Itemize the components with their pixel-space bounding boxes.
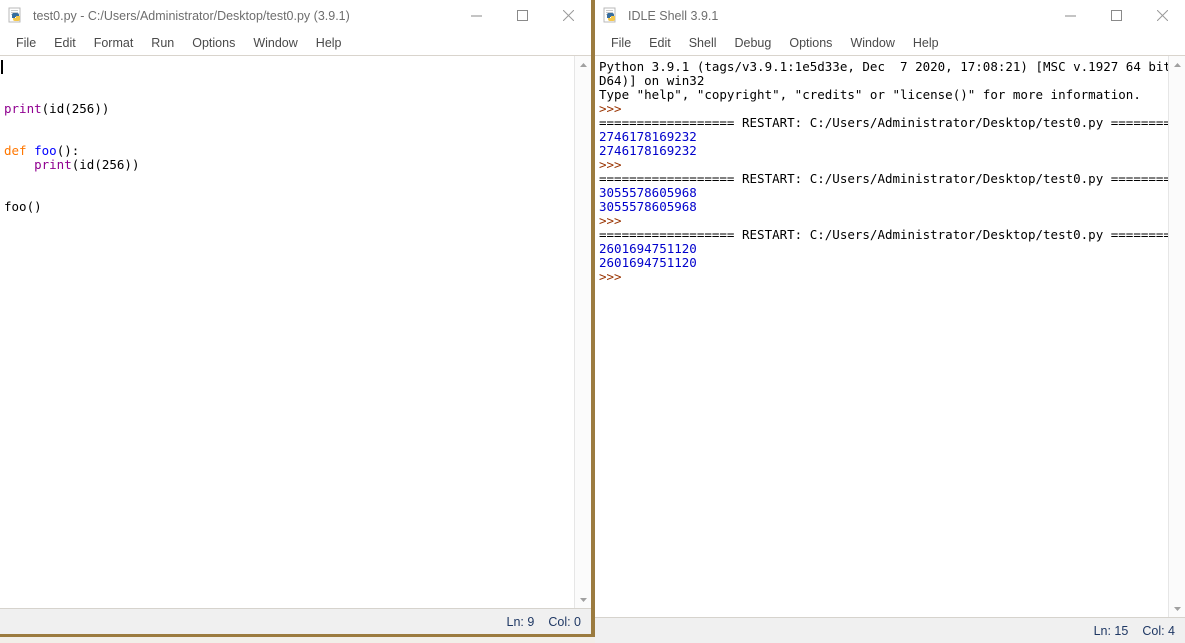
- minimize-icon[interactable]: [1047, 0, 1093, 31]
- text-token: >>>: [599, 157, 630, 172]
- idle-editor-window[interactable]: test0.py - C:/Users/Administrator/Deskto…: [0, 0, 595, 637]
- shell-menubar[interactable]: File Edit Shell Debug Options Window Hel…: [595, 31, 1185, 56]
- menu-debug[interactable]: Debug: [726, 31, 781, 55]
- text-token: 2601694751120: [599, 241, 697, 256]
- text-token: >>>: [599, 213, 630, 228]
- text-line: 2601694751120: [599, 242, 1168, 256]
- python-file-icon: [8, 7, 25, 24]
- shell-col-indicator: Col: 4: [1142, 623, 1175, 638]
- scroll-up-arrow-icon[interactable]: [1169, 56, 1185, 73]
- text-token: def: [4, 143, 35, 158]
- shell-output-area[interactable]: Python 3.9.1 (tags/v3.9.1:1e5d33e, Dec 7…: [595, 56, 1168, 617]
- text-token: 3055578605968: [599, 185, 697, 200]
- text-token: (id(256)): [71, 157, 140, 172]
- text-line: print(id(256)): [4, 158, 574, 172]
- shell-titlebar[interactable]: IDLE Shell 3.9.1: [595, 0, 1185, 31]
- menu-options[interactable]: Options: [780, 31, 841, 55]
- text-token: print: [4, 101, 42, 116]
- menu-window[interactable]: Window: [841, 31, 903, 55]
- text-line: 2746178169232: [599, 130, 1168, 144]
- text-token: foo(): [4, 199, 42, 214]
- text-token: ():: [56, 143, 80, 158]
- text-token: >>>: [599, 101, 630, 116]
- text-line: 2601694751120: [599, 256, 1168, 270]
- editor-code-area[interactable]: print(id(256)) def foo(): print(id(256))…: [0, 56, 574, 608]
- editor-line-indicator: Ln: 9: [506, 614, 535, 629]
- text-line: >>>: [599, 270, 1168, 284]
- text-token: >>>: [599, 269, 630, 284]
- text-line: foo(): [4, 200, 574, 214]
- menu-run[interactable]: Run: [142, 31, 183, 55]
- editor-title-text: test0.py - C:/Users/Administrator/Deskto…: [33, 8, 350, 23]
- scroll-down-arrow-icon[interactable]: [575, 591, 592, 608]
- text-line: print(id(256)): [4, 102, 574, 116]
- text-token: D64)] on win32: [599, 73, 705, 88]
- text-line: [4, 116, 574, 130]
- text-token: Type "help", "copyright", "credits" or "…: [599, 87, 1141, 102]
- text-token: 2746178169232: [599, 129, 697, 144]
- python-shell-icon: [603, 7, 620, 24]
- text-line: ================== RESTART: C:/Users/Adm…: [599, 172, 1168, 186]
- text-token: ================== RESTART: C:/Users/Adm…: [599, 227, 1168, 242]
- shell-window-controls[interactable]: [1047, 0, 1185, 31]
- text-cursor: [1, 60, 3, 74]
- shell-line-indicator: Ln: 15: [1093, 623, 1129, 638]
- text-line: [4, 172, 574, 186]
- menu-options[interactable]: Options: [183, 31, 244, 55]
- editor-window-controls[interactable]: [453, 0, 591, 31]
- text-line: Type "help", "copyright", "credits" or "…: [599, 88, 1168, 102]
- text-line: [4, 130, 574, 144]
- menu-edit[interactable]: Edit: [640, 31, 680, 55]
- menu-help[interactable]: Help: [904, 31, 948, 55]
- text-line: 3055578605968: [599, 186, 1168, 200]
- idle-shell-window[interactable]: IDLE Shell 3.9.1 File Edit Shell Debug O…: [595, 0, 1185, 643]
- close-icon[interactable]: [1139, 0, 1185, 31]
- maximize-icon[interactable]: [1093, 0, 1139, 31]
- menu-edit[interactable]: Edit: [45, 31, 85, 55]
- editor-menubar[interactable]: File Edit Format Run Options Window Help: [0, 31, 591, 56]
- text-token: (id(256)): [41, 101, 110, 116]
- scroll-down-arrow-icon[interactable]: [1169, 600, 1185, 617]
- menu-format[interactable]: Format: [85, 31, 143, 55]
- shell-statusbar: Ln: 15 Col: 4: [595, 617, 1185, 643]
- menu-help[interactable]: Help: [307, 31, 351, 55]
- text-line: Python 3.9.1 (tags/v3.9.1:1e5d33e, Dec 7…: [599, 60, 1168, 74]
- text-line: ================== RESTART: C:/Users/Adm…: [599, 228, 1168, 242]
- editor-vertical-scrollbar[interactable]: [574, 56, 591, 608]
- text-token: ================== RESTART: C:/Users/Adm…: [599, 115, 1168, 130]
- menu-file[interactable]: File: [7, 31, 45, 55]
- text-token: 2601694751120: [599, 255, 697, 270]
- shell-title-text: IDLE Shell 3.9.1: [628, 8, 719, 23]
- close-icon[interactable]: [545, 0, 591, 31]
- text-token: 2746178169232: [599, 143, 697, 158]
- editor-titlebar[interactable]: test0.py - C:/Users/Administrator/Deskto…: [0, 0, 591, 31]
- text-token: 3055578605968: [599, 199, 697, 214]
- text-line: >>>: [599, 102, 1168, 116]
- text-token: foo: [34, 143, 57, 158]
- shell-text-region[interactable]: Python 3.9.1 (tags/v3.9.1:1e5d33e, Dec 7…: [595, 56, 1185, 617]
- text-line: ================== RESTART: C:/Users/Adm…: [599, 116, 1168, 130]
- menu-window[interactable]: Window: [244, 31, 306, 55]
- menu-file[interactable]: File: [602, 31, 640, 55]
- text-token: Python 3.9.1 (tags/v3.9.1:1e5d33e, Dec 7…: [599, 59, 1168, 74]
- text-token: ================== RESTART: C:/Users/Adm…: [599, 171, 1168, 186]
- editor-col-indicator: Col: 0: [548, 614, 581, 629]
- text-line: >>>: [599, 214, 1168, 228]
- editor-text-region[interactable]: print(id(256)) def foo(): print(id(256))…: [0, 56, 591, 608]
- text-line: 3055578605968: [599, 200, 1168, 214]
- text-line: [4, 186, 574, 200]
- text-line: >>>: [599, 158, 1168, 172]
- maximize-icon[interactable]: [499, 0, 545, 31]
- text-line: D64)] on win32: [599, 74, 1168, 88]
- text-line: [4, 214, 574, 228]
- text-token: print: [34, 157, 72, 172]
- scroll-up-arrow-icon[interactable]: [575, 56, 592, 73]
- shell-vertical-scrollbar[interactable]: [1168, 56, 1185, 617]
- editor-statusbar: Ln: 9 Col: 0: [0, 608, 591, 634]
- menu-shell[interactable]: Shell: [680, 31, 726, 55]
- minimize-icon[interactable]: [453, 0, 499, 31]
- text-line: def foo():: [4, 144, 574, 158]
- text-line: 2746178169232: [599, 144, 1168, 158]
